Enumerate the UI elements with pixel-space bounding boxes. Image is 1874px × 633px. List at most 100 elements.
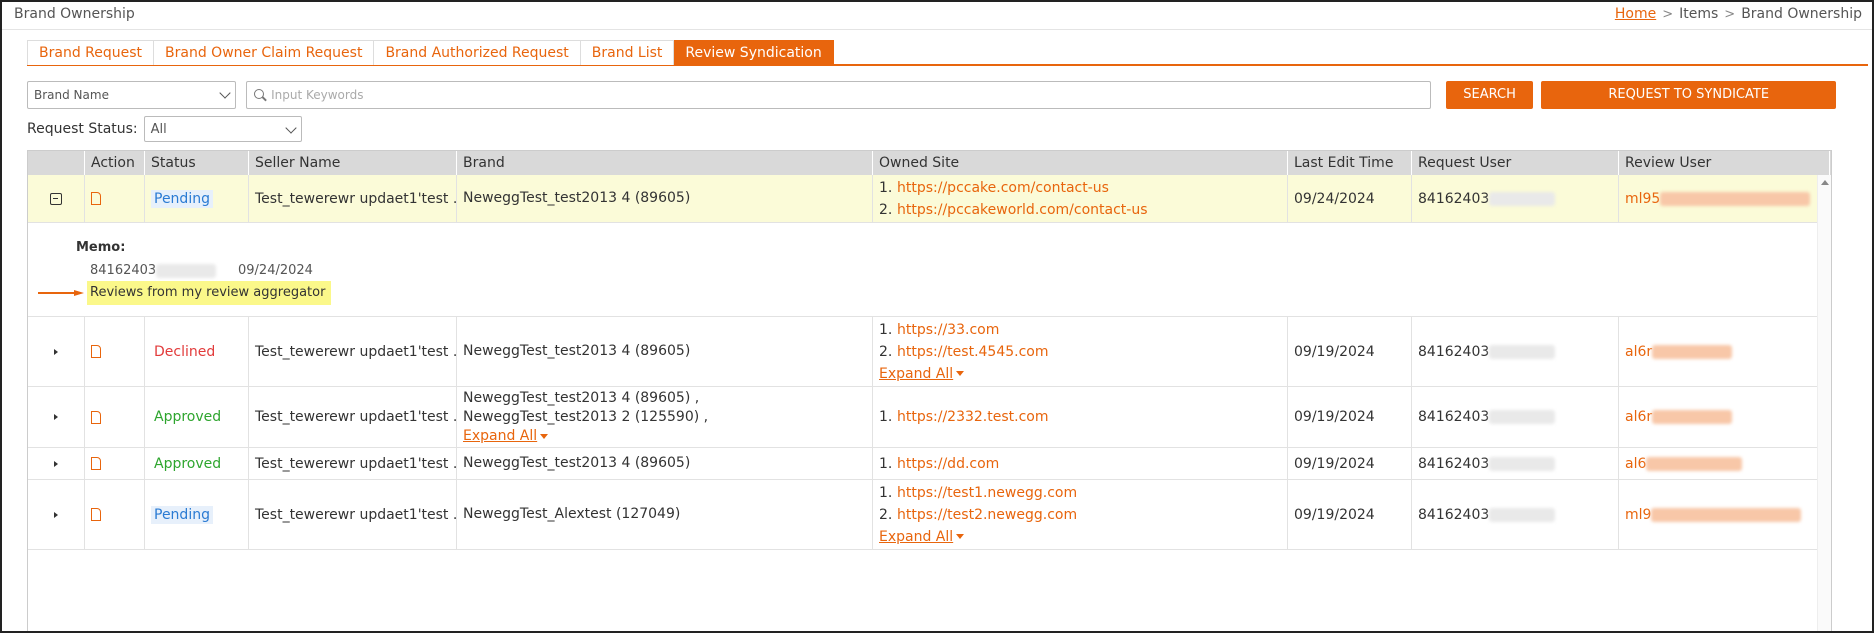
document-icon[interactable] <box>91 192 101 205</box>
title-bar: Brand Ownership Home > Items > Brand Own… <box>2 2 1872 30</box>
search-field-select-value: Brand Name <box>34 88 109 102</box>
tab-brand-authorized-request[interactable]: Brand Authorized Request <box>374 40 581 65</box>
header-status: Status <box>145 151 249 175</box>
table-row[interactable]: Declined Test_tewerewr updaet1'test ... … <box>28 317 1831 387</box>
memo-user: 84162403 <box>90 263 157 278</box>
owned-site-link[interactable]: https://test2.newegg.com <box>897 504 1077 526</box>
redacted-text <box>1651 507 1802 522</box>
header-seller-name: Seller Name <box>249 151 457 175</box>
last-edit-time: 09/19/2024 <box>1288 448 1412 479</box>
review-user: al6r <box>1625 409 1653 425</box>
brand-name: NeweggTest_test2013 4 (89605) , <box>463 389 700 406</box>
redacted-text <box>1652 410 1733 424</box>
owned-site-link[interactable]: https://test.4545.com <box>897 341 1049 363</box>
request-user: 84162403 <box>1418 455 1490 472</box>
table-scrollbar[interactable] <box>1817 175 1831 631</box>
document-icon[interactable] <box>91 410 101 424</box>
expand-row-icon[interactable] <box>54 348 58 355</box>
brand-name: NeweggTest_test2013 4 (89605) <box>463 343 691 359</box>
tab-review-syndication[interactable]: Review Syndication <box>674 40 834 65</box>
last-edit-time: 09/19/2024 <box>1288 480 1412 549</box>
chevron-down-icon <box>284 122 297 134</box>
owned-site-link[interactable]: https://test1.newegg.com <box>897 482 1077 504</box>
search-field-select[interactable]: Brand Name <box>27 81 237 109</box>
scroll-up-icon[interactable] <box>1821 180 1829 185</box>
expand-all-link[interactable]: Expand All <box>879 363 965 385</box>
breadcrumb-home-link[interactable]: Home <box>1615 6 1656 22</box>
owned-site-link[interactable]: https://33.com <box>897 319 999 341</box>
tab-brand-list[interactable]: Brand List <box>580 40 675 65</box>
expand-row-icon[interactable] <box>54 460 58 467</box>
search-icon <box>253 88 267 102</box>
request-to-syndicate-button[interactable]: REQUEST TO SYNDICATE <box>1541 81 1837 109</box>
request-user: 84162403 <box>1418 409 1490 425</box>
caret-down-icon <box>956 371 965 376</box>
brand-name: NeweggTest_test2013 4 (89605) <box>463 190 691 206</box>
tab-brand-owner-claim-request[interactable]: Brand Owner Claim Request <box>154 40 375 65</box>
arrow-icon <box>38 290 84 296</box>
status-badge: Pending <box>151 505 213 524</box>
search-button[interactable]: SEARCH <box>1445 81 1534 109</box>
search-box <box>246 81 1431 109</box>
seller-name: Test_tewerewr updaet1'test ... <box>249 480 457 549</box>
request-user: 84162403 <box>1418 506 1490 523</box>
request-status-value: All <box>150 121 167 137</box>
memo-date: 09/24/2024 <box>238 263 313 278</box>
seller-name: Test_tewerewr updaet1'test ... <box>249 175 457 222</box>
table-row[interactable]: Approved Test_tewerewr updaet1'test ... … <box>28 387 1831 448</box>
brand-name: NeweggTest_test2013 2 (125590) , <box>463 408 709 425</box>
breadcrumb-items: Items <box>1679 6 1719 22</box>
expand-row-icon[interactable] <box>54 511 58 518</box>
redacted-text <box>1646 456 1743 471</box>
tab-bar: Brand Request Brand Owner Claim Request … <box>27 40 1868 66</box>
filter-row: Brand Name SEARCH REQUEST TO SYNDICATE <box>27 81 1837 109</box>
redacted-text <box>1489 344 1556 359</box>
header-action: Action <box>85 151 145 175</box>
owned-site-link[interactable]: https://2332.test.com <box>897 406 1049 428</box>
document-icon[interactable] <box>91 508 101 521</box>
review-syndication-table: Action Status Seller Name Brand Owned Si… <box>27 150 1832 631</box>
header-owned-site: Owned Site <box>873 151 1288 175</box>
last-edit-time: 09/24/2024 <box>1288 175 1412 222</box>
status-badge: Declined <box>154 343 216 360</box>
seller-name: Test_tewerewr updaet1'test ... <box>249 448 457 479</box>
review-user: al6 <box>1625 455 1647 472</box>
redacted-text <box>1660 191 1811 206</box>
header-review-user: Review User <box>1619 151 1830 175</box>
status-badge: Approved <box>154 455 222 472</box>
table-row[interactable]: Pending Test_tewerewr updaet1'test ... N… <box>28 480 1831 550</box>
header-brand: Brand <box>457 151 873 175</box>
review-user: al6r <box>1625 343 1653 360</box>
document-icon[interactable] <box>91 345 101 358</box>
review-user: ml9 <box>1625 506 1652 523</box>
request-status-label: Request Status: <box>27 121 138 137</box>
breadcrumb: Home > Items > Brand Ownership <box>1615 6 1862 22</box>
document-icon[interactable] <box>91 457 101 470</box>
redacted-text <box>1489 410 1556 424</box>
redacted-text <box>1489 456 1556 471</box>
redacted-text <box>1652 344 1733 359</box>
seller-name: Test_tewerewr updaet1'test ... <box>249 317 457 386</box>
owned-site-link[interactable]: https://pccakeworld.com/contact-us <box>897 199 1148 221</box>
tab-brand-request[interactable]: Brand Request <box>27 40 155 65</box>
owned-site-link[interactable]: https://dd.com <box>897 453 999 475</box>
memo-title: Memo: <box>76 240 126 255</box>
redacted-text <box>1489 507 1556 522</box>
request-status-filter: Request Status: All <box>27 116 302 142</box>
page-title: Brand Ownership <box>14 6 135 22</box>
expand-row-icon[interactable] <box>54 414 58 420</box>
table-row[interactable]: Pending Test_tewerewr updaet1'test ... N… <box>28 175 1831 223</box>
status-badge: Approved <box>154 409 222 425</box>
expand-all-link[interactable]: Expand All <box>879 526 965 548</box>
expand-all-link[interactable]: Expand All <box>463 427 549 446</box>
request-user: 84162403 <box>1418 190 1490 207</box>
redacted-text <box>156 263 217 278</box>
owned-site-link[interactable]: https://pccake.com/contact-us <box>897 177 1109 199</box>
header-request-user: Request User <box>1412 151 1619 175</box>
request-status-select[interactable]: All <box>143 116 302 142</box>
search-input[interactable] <box>271 88 1430 102</box>
collapse-icon[interactable] <box>50 192 62 205</box>
breadcrumb-separator: > <box>1724 6 1736 22</box>
table-row[interactable]: Approved Test_tewerewr updaet1'test ... … <box>28 448 1831 480</box>
caret-down-icon <box>540 433 549 439</box>
